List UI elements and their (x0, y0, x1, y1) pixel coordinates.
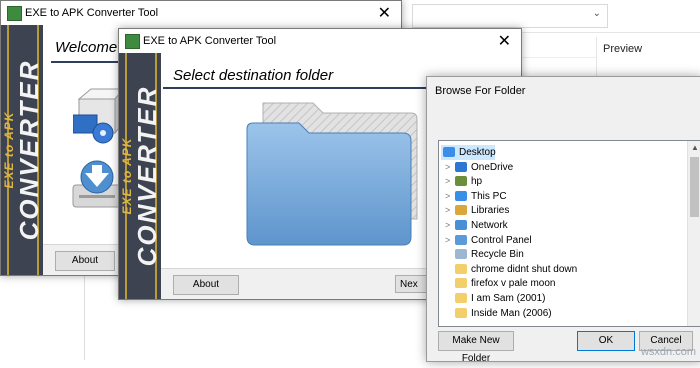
logo-text: EXE to APK CONVERTER (2, 59, 43, 241)
computer-icon (455, 190, 467, 201)
scrollbar-thumb[interactable] (690, 157, 699, 217)
installer-box-icon (73, 88, 123, 144)
logo-sidebar: EXE to APK CONVERTER (1, 25, 43, 275)
expand-arrow-icon[interactable]: > (445, 189, 455, 204)
desktop-icon (443, 147, 455, 157)
library-icon (455, 205, 467, 216)
hard-drive-icon (72, 160, 122, 208)
tree-item[interactable]: Inside Man (2006) (453, 306, 673, 321)
tree-item[interactable]: Desktop (441, 145, 496, 160)
expand-arrow-icon[interactable]: > (445, 218, 455, 233)
title-bar[interactable]: EXE to APK Converter Tool ✕ (1, 1, 401, 25)
tree-item[interactable]: > Network (445, 218, 673, 233)
tree-item-label: chrome didnt shut down (471, 263, 578, 275)
tree-item[interactable]: I am Sam (2001) (453, 291, 673, 306)
logo-text: EXE to APK CONVERTER (120, 85, 161, 267)
app-icon (7, 6, 22, 21)
tree-item-label: Recycle Bin (471, 249, 524, 261)
tree-scrollbar[interactable]: ▲ (687, 141, 700, 326)
logo-title: CONVERTER (14, 59, 43, 241)
tree-item-label: I am Sam (2001) (471, 293, 546, 304)
explorer-divider (84, 270, 85, 360)
tree-item-label: Control Panel (471, 234, 532, 246)
tree-item-label: Libraries (471, 205, 510, 217)
logo-sidebar: EXE to APK CONVERTER (119, 53, 161, 299)
watermark: wsxdn.com (640, 346, 696, 358)
control-panel-icon (455, 234, 467, 245)
folder-icon (455, 293, 467, 303)
window-title: EXE to APK Converter Tool (143, 35, 277, 47)
ok-button[interactable]: OK (577, 331, 635, 351)
browse-for-folder-dialog: Browse For Folder Desktop > OneDrive > hp > Th… (426, 76, 700, 364)
expand-arrow-icon[interactable]: > (445, 233, 455, 248)
tree-item-label: Desktop (459, 147, 496, 158)
about-button[interactable]: About (55, 251, 115, 271)
tree-item-label: Inside Man (2006) (471, 307, 552, 319)
window-title: EXE to APK Converter Tool (25, 7, 159, 19)
tree-item[interactable]: > This PC (445, 189, 673, 204)
scroll-up-icon[interactable]: ▲ (691, 143, 699, 152)
preview-pane-label: Preview (603, 43, 643, 55)
expand-arrow-icon[interactable]: > (445, 160, 455, 175)
tree-item-label: firefox v pale moon (471, 278, 556, 290)
tree-item[interactable]: > OneDrive (445, 160, 673, 175)
close-icon[interactable]: ✕ (498, 31, 511, 51)
page-heading: Select destination folder (173, 67, 334, 84)
about-button[interactable]: About (173, 275, 239, 295)
close-icon[interactable]: ✕ (378, 3, 391, 23)
user-icon (455, 176, 467, 187)
explorer-address-combo[interactable]: ⌄ (412, 4, 608, 28)
tree-item-label: OneDrive (471, 161, 514, 173)
tree-item-label: Network (471, 220, 508, 231)
tree-item-label: This PC (471, 190, 507, 202)
expand-arrow-icon[interactable]: > (445, 174, 455, 189)
heading-rule (51, 61, 123, 63)
title-bar[interactable]: EXE to APK Converter Tool ✕ (119, 29, 521, 53)
folder-icon (455, 263, 467, 274)
network-icon (455, 220, 467, 230)
page-heading: Welcome (55, 39, 118, 56)
folder-icon (246, 102, 418, 246)
logo-title: CONVERTER (132, 85, 161, 267)
dialog-title: Browse For Folder (435, 85, 526, 97)
heading-rule (163, 87, 427, 89)
folder-icon (455, 307, 467, 318)
tree-item[interactable]: > Libraries (445, 203, 673, 218)
tree-item-label: hp (471, 176, 483, 188)
recycle-bin-icon (455, 249, 467, 260)
tree-item[interactable]: firefox v pale moon (453, 276, 673, 291)
tree-item[interactable]: > Control Panel (445, 233, 673, 248)
tree-item[interactable]: > hp (445, 174, 673, 189)
tree-item[interactable]: chrome didnt shut down (453, 262, 673, 277)
app-icon (125, 34, 140, 49)
folder-tree[interactable]: Desktop > OneDrive > hp > This PC > Libraries > Ne… (438, 140, 700, 327)
expand-arrow-icon[interactable]: > (445, 203, 455, 218)
cloud-icon (455, 161, 467, 172)
chevron-down-icon[interactable]: ⌄ (593, 8, 601, 19)
tree-item[interactable]: Recycle Bin (453, 247, 673, 262)
make-new-folder-button[interactable]: Make New Folder (438, 331, 514, 364)
folder-icon (455, 278, 467, 289)
